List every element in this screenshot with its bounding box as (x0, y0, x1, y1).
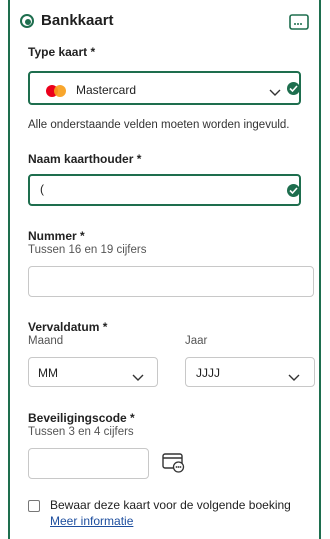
card-number-hint: Tussen 16 en 19 cijfers (28, 244, 147, 256)
payment-method-title: Bankkaart (41, 12, 114, 29)
card-number-input[interactable] (28, 266, 314, 297)
card-number-label: Nummer * (28, 229, 85, 243)
chevron-down-icon (132, 369, 144, 381)
security-code-input[interactable] (28, 448, 149, 479)
cvc-card-icon[interactable] (162, 453, 186, 473)
card-holder-input[interactable] (28, 174, 301, 206)
expiry-year-label: Jaar (185, 335, 208, 347)
card-icon (289, 14, 309, 30)
security-code-label: Beveiligingscode * (28, 411, 135, 425)
card-type-value: Mastercard (76, 83, 137, 97)
card-type-select[interactable] (28, 71, 301, 105)
more-info-link[interactable]: Meer informatie (50, 514, 133, 528)
mastercard-icon (46, 85, 66, 97)
chevron-down-icon (288, 369, 300, 381)
radio-selected-icon[interactable] (20, 14, 34, 28)
expiry-year-value: JJJJ (196, 366, 220, 380)
check-icon (287, 82, 300, 95)
check-icon (287, 184, 300, 197)
security-code-hint: Tussen 3 en 4 cijfers (28, 426, 134, 438)
expiry-month-value: MM (38, 366, 58, 380)
card-holder-label: Naam kaarthouder * (28, 152, 142, 166)
chevron-down-icon (269, 84, 281, 96)
save-card-label: Bewaar deze kaart voor de volgende boeki… (50, 498, 291, 512)
card-holder-value: ( (40, 182, 44, 196)
expiry-label: Vervaldatum * (28, 320, 108, 334)
expiry-month-label: Maand (28, 335, 64, 347)
card-type-label: Type kaart * (28, 45, 96, 59)
save-card-checkbox[interactable] (28, 500, 40, 512)
required-fields-notice: Alle onderstaande velden moeten worden i… (28, 119, 290, 131)
